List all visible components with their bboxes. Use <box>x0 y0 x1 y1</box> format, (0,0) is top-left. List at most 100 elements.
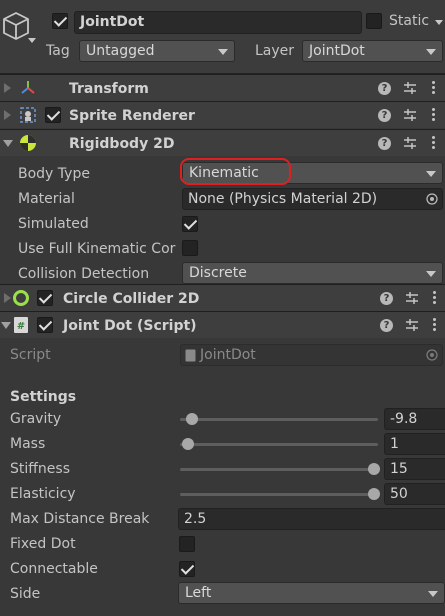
inspector-header: JointDot Static Tag Untagged Layer Joint… <box>0 0 445 74</box>
object-name-field[interactable]: JointDot <box>74 11 362 34</box>
sprite-renderer-header[interactable]: Sprite Renderer ? <box>0 101 445 128</box>
help-icon[interactable]: ? <box>380 292 393 305</box>
active-checkbox[interactable] <box>52 13 68 29</box>
fixed-dot-label: Fixed Dot <box>10 536 76 552</box>
material-field[interactable]: None (Physics Material 2D) <box>182 188 443 210</box>
max-distance-break-field[interactable]: 2.5 <box>178 508 445 530</box>
collision-detection-value: Discrete <box>189 265 247 281</box>
help-icon[interactable]: ? <box>380 319 393 332</box>
transform-header[interactable]: Transform ? <box>0 74 445 101</box>
preset-icon[interactable] <box>403 108 417 122</box>
mass-value: 1 <box>390 436 399 452</box>
chevron-down-icon <box>426 171 436 177</box>
gravity-slider-thumb[interactable] <box>185 413 198 425</box>
tag-dropdown[interactable]: Untagged <box>79 40 235 62</box>
collision-detection-dropdown[interactable]: Discrete <box>182 262 443 284</box>
help-icon[interactable]: ? <box>378 109 391 122</box>
script-field: JointDot <box>180 344 443 366</box>
mass-label: Mass <box>10 436 46 452</box>
elasticity-slider-track[interactable] <box>180 493 378 496</box>
chevron-down-icon <box>428 591 438 597</box>
joint-dot-enabled-checkbox[interactable] <box>37 317 53 333</box>
help-icon[interactable]: ? <box>378 82 391 95</box>
help-icon[interactable]: ? <box>378 137 391 150</box>
object-picker-icon <box>426 349 438 361</box>
fixed-dot-checkbox[interactable] <box>179 536 195 552</box>
script-value: JointDot <box>200 347 256 363</box>
kebab-menu-icon[interactable] <box>432 81 436 95</box>
preset-icon[interactable] <box>405 291 419 305</box>
rigidbody-title: Rigidbody 2D <box>69 136 175 152</box>
preset-icon[interactable] <box>403 81 417 95</box>
layer-label: Layer <box>255 43 295 59</box>
kebab-menu-icon[interactable] <box>433 291 437 305</box>
max-distance-break-value: 2.5 <box>184 511 207 527</box>
connectable-checkbox[interactable] <box>179 561 195 577</box>
tag-label: Tag <box>46 43 70 59</box>
circle-collider-header[interactable]: Circle Collider 2D ? <box>0 284 445 311</box>
layer-value: JointDot <box>309 43 365 59</box>
script-label: Script <box>10 347 51 363</box>
full-kinematic-checkbox[interactable] <box>182 240 198 256</box>
full-kinematic-label: Use Full Kinematic Cor <box>18 241 176 257</box>
stiffness-slider-thumb[interactable] <box>368 463 380 475</box>
elasticity-slider-thumb[interactable] <box>368 488 380 500</box>
gravity-label: Gravity <box>10 411 62 427</box>
mass-slider-thumb[interactable] <box>182 438 194 450</box>
material-label: Material <box>18 191 75 207</box>
object-picker-icon[interactable] <box>426 193 438 205</box>
side-dropdown[interactable]: Left <box>178 582 445 604</box>
stiffness-label: Stiffness <box>10 461 70 477</box>
highlight-ring <box>180 158 291 185</box>
layer-dropdown[interactable]: JointDot <box>302 40 443 62</box>
static-label: Static <box>389 13 430 29</box>
circle-collider-enabled-checkbox[interactable] <box>37 290 53 306</box>
stiffness-value: 15 <box>390 461 408 477</box>
side-label: Side <box>10 586 41 602</box>
static-dropdown-arrow[interactable] <box>435 20 443 25</box>
gravity-field[interactable]: -9.8 <box>384 408 445 430</box>
elasticity-label: Elasticicy <box>10 486 76 502</box>
joint-dot-header[interactable]: # Joint Dot (Script) ? <box>0 311 445 338</box>
chevron-down-icon <box>218 49 228 55</box>
rigidbody-header[interactable]: Rigidbody 2D ? <box>0 129 445 156</box>
circle-collider-title: Circle Collider 2D <box>63 291 200 307</box>
transform-title: Transform <box>69 81 149 97</box>
foldout-arrow[interactable] <box>1 322 11 329</box>
sprite-renderer-enabled-checkbox[interactable] <box>45 107 61 123</box>
mass-field[interactable]: 1 <box>384 433 445 455</box>
chevron-down-icon <box>426 271 436 277</box>
gravity-value: -9.8 <box>390 411 418 427</box>
tag-value: Untagged <box>86 43 155 59</box>
material-value: None (Physics Material 2D) <box>188 191 378 207</box>
foldout-arrow[interactable] <box>3 140 13 147</box>
mass-slider-track[interactable] <box>180 443 378 446</box>
foldout-arrow[interactable] <box>4 110 11 120</box>
gravity-slider-track[interactable] <box>180 418 378 421</box>
simulated-label: Simulated <box>18 216 89 232</box>
max-distance-break-label: Max Distance Break <box>10 511 150 527</box>
body-type-label: Body Type <box>18 166 90 182</box>
icon-dropdown-arrow[interactable] <box>28 38 36 43</box>
foldout-arrow[interactable] <box>4 83 11 93</box>
simulated-checkbox[interactable] <box>182 216 198 232</box>
connectable-label: Connectable <box>10 561 98 577</box>
static-checkbox[interactable] <box>366 13 382 29</box>
stiffness-slider-track[interactable] <box>180 468 378 471</box>
transform-axes-icon <box>21 81 35 94</box>
script-icon <box>185 349 196 362</box>
preset-icon[interactable] <box>403 136 417 150</box>
collision-detection-label: Collision Detection <box>18 266 150 282</box>
stiffness-field[interactable]: 15 <box>384 458 445 480</box>
elasticity-value: 50 <box>390 486 408 502</box>
chevron-down-icon <box>426 49 436 55</box>
kebab-menu-icon[interactable] <box>433 318 437 332</box>
kebab-menu-icon[interactable] <box>432 108 436 122</box>
rigidbody-icon <box>20 135 36 151</box>
object-name-value: JointDot <box>80 14 145 30</box>
preset-icon[interactable] <box>405 318 419 332</box>
foldout-arrow[interactable] <box>4 293 11 303</box>
side-value: Left <box>185 585 212 601</box>
kebab-menu-icon[interactable] <box>432 136 436 150</box>
elasticity-field[interactable]: 50 <box>384 483 445 505</box>
